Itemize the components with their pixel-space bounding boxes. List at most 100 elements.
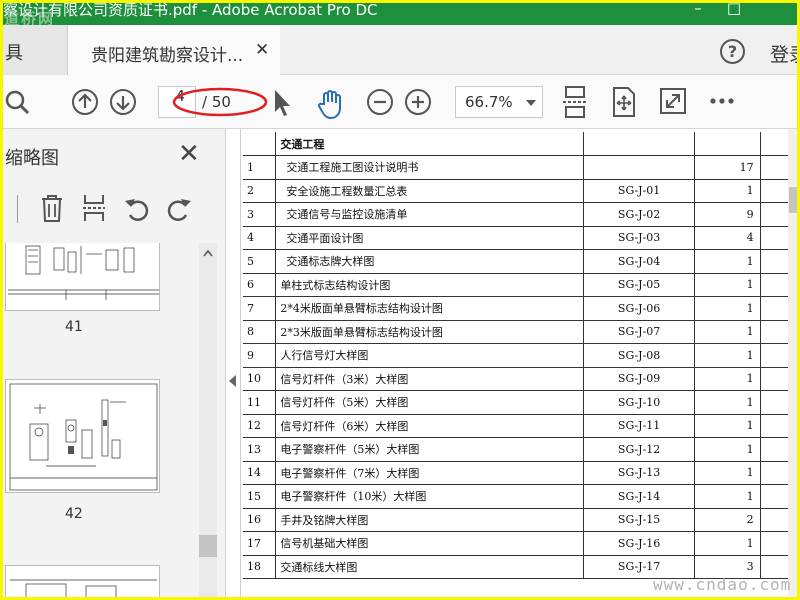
row-drawing-code: SG-J-03 (583, 226, 696, 250)
row-drawing-name: 信号灯杆件（5米）大样图 (275, 390, 584, 415)
row-drawing-name: 交通平面设计图 (275, 226, 584, 250)
row-number: 17 (243, 531, 277, 556)
redo-icon[interactable] (165, 195, 193, 221)
insert-pages-icon[interactable] (81, 193, 107, 223)
minimize-button[interactable]: – (683, 3, 713, 17)
row-drawing-code (583, 155, 696, 180)
document-scrollbar[interactable] (788, 129, 797, 597)
select-arrow-icon[interactable] (271, 88, 295, 118)
tab-document-label: 贵阳建筑勘察设计... (91, 46, 244, 66)
thumbnails-panel: 缩略图 ✕ 41 42 (3, 129, 226, 597)
zoom-select[interactable]: 66.7% (455, 86, 543, 118)
scrollbar-thumb[interactable] (789, 187, 797, 213)
thumbnail-drawing (10, 579, 157, 597)
login-button[interactable]: 登录 (770, 40, 797, 67)
collapse-panel-icon[interactable] (229, 375, 236, 387)
row-number: 10 (243, 367, 277, 391)
table-row: 15 电子警察杆件（10米）大样图 SG-J-14 1 (243, 484, 797, 509)
chevron-up-icon[interactable] (203, 249, 213, 257)
row-drawing-code: SG-J-14 (583, 484, 696, 509)
zoom-in-icon[interactable] (404, 88, 432, 116)
full-screen-icon[interactable] (659, 87, 687, 115)
hand-icon[interactable] (315, 88, 347, 120)
row-drawing-code: SG-J-01 (583, 179, 696, 203)
close-panel-icon[interactable]: ✕ (178, 139, 200, 169)
row-sheet-count: 1 (694, 273, 761, 297)
table-row: 16 手井及铭牌大样图 SG-J-15 2 (243, 508, 797, 532)
row-drawing-name-text: 安全设施工程数量汇总表 (286, 184, 408, 198)
row-number: 3 (243, 202, 277, 227)
row-sheet-count: 1 (694, 343, 761, 368)
zoom-out-icon[interactable] (366, 88, 394, 116)
title-bar: 察设计有限公司资质证书.pdf - Adobe Acrobat Pro DC 道… (3, 3, 797, 28)
row-drawing-name: 信号灯杆件（6米）大样图 (275, 414, 584, 438)
page-up-icon[interactable] (71, 88, 99, 116)
toolbar: 4 / 50 66.7% (3, 75, 797, 129)
tab-tools[interactable]: 具 (3, 25, 68, 75)
document-view[interactable]: 交通工程 1 交通工程施工图设计说明书 17 2 安全设施工程数量汇总表 SG-J-01 1… (240, 129, 797, 597)
panel-title: 缩略图 (5, 148, 59, 169)
row-drawing-name-text: 交通信号与监控设施清单 (286, 208, 408, 222)
row-drawing-name: 电子警察杆件（10米）大样图 (275, 484, 584, 509)
panel-scrollbar[interactable] (199, 243, 217, 597)
table-row: 4 交通平面设计图 SG-J-03 4 (243, 226, 797, 250)
more-icon[interactable] (709, 97, 735, 105)
row-sheet-count: 1 (694, 296, 761, 321)
chevron-down-icon (526, 100, 536, 106)
row-number: 5 (243, 249, 277, 274)
scroll-mode-icon[interactable] (561, 85, 589, 119)
page-thumbnail[interactable] (5, 379, 160, 493)
row-drawing-name: 人行信号灯大样图 (275, 343, 584, 368)
thumbnail-label: 42 (65, 506, 83, 522)
row-number: 14 (243, 461, 277, 485)
table-row: 13 电子警察杆件（5米）大样图 SG-J-12 1 (243, 437, 797, 462)
page-thumbnail[interactable] (5, 243, 160, 311)
tab-document[interactable]: 贵阳建筑勘察设计... ✕ (68, 25, 280, 75)
row-drawing-code: SG-J-02 (583, 202, 696, 227)
delete-icon[interactable] (39, 193, 65, 223)
search-icon[interactable] (3, 88, 31, 116)
help-icon[interactable]: ? (720, 39, 745, 64)
table-row: 2 安全设施工程数量汇总表 SG-J-01 1 (243, 179, 797, 203)
row-drawing-code: SG-J-09 (583, 367, 696, 391)
row-sheet-count: 1 (694, 414, 761, 438)
row-drawing-code: SG-J-11 (583, 414, 696, 438)
row-drawing-code: SG-J-10 (583, 390, 696, 415)
undo-icon[interactable] (123, 195, 151, 221)
row-sheet-count: 1 (694, 390, 761, 415)
row-sheet-count: 1 (694, 367, 761, 391)
row-drawing-name: 2*4米版面单悬臂标志结构设计图 (275, 296, 584, 321)
scrollbar-thumb[interactable] (199, 535, 217, 557)
table-row: 1 交通工程施工图设计说明书 17 (243, 155, 797, 180)
row-drawing-name: 交通信号与监控设施清单 (275, 202, 584, 227)
divider (240, 129, 241, 597)
maximize-button[interactable]: □ (719, 3, 749, 17)
red-ellipse-annotation (172, 87, 268, 117)
thumbnail-list[interactable]: 41 42 (3, 243, 199, 597)
table-row: 12 信号灯杆件（6米）大样图 SG-J-11 1 (243, 414, 797, 438)
row-drawing-code: SG-J-05 (583, 273, 696, 297)
row-sheet-count: 1 (694, 320, 761, 344)
row-sheet-count: 9 (694, 202, 761, 227)
row-drawing-code: SG-J-04 (583, 249, 696, 274)
tab-tools-label: 具 (5, 43, 23, 64)
row-drawing-name-text: 交通平面设计图 (286, 231, 364, 245)
table-row: 7 2*4米版面单悬臂标志结构设计图 SG-J-06 1 (243, 296, 797, 321)
window-title: 察设计有限公司资质证书.pdf - Adobe Acrobat Pro DC (3, 3, 378, 19)
drawing-index-table: 交通工程 1 交通工程施工图设计说明书 17 2 安全设施工程数量汇总表 SG-J-01 1… (243, 132, 797, 579)
page-down-icon[interactable] (109, 88, 137, 116)
row-number: 9 (243, 343, 277, 368)
close-tab-icon[interactable]: ✕ (255, 40, 269, 60)
row-sheet-count: 1 (694, 437, 761, 462)
row-number: 1 (243, 155, 277, 180)
row-sheet-count: 1 (694, 249, 761, 274)
table-row: 17 信号机基础大样图 SG-J-16 1 (243, 531, 797, 556)
row-sheet-count: 1 (694, 461, 761, 485)
row-number: 12 (243, 414, 277, 438)
row-drawing-name: 信号机基础大样图 (275, 531, 584, 556)
fit-page-icon[interactable] (611, 86, 637, 118)
row-drawing-name-text: 交通工程施工图设计说明书 (286, 161, 419, 175)
row-sheet-count: 2 (694, 508, 761, 532)
row-drawing-name: 电子警察杆件（7米）大样图 (275, 461, 584, 485)
page-thumbnail[interactable] (5, 565, 160, 597)
